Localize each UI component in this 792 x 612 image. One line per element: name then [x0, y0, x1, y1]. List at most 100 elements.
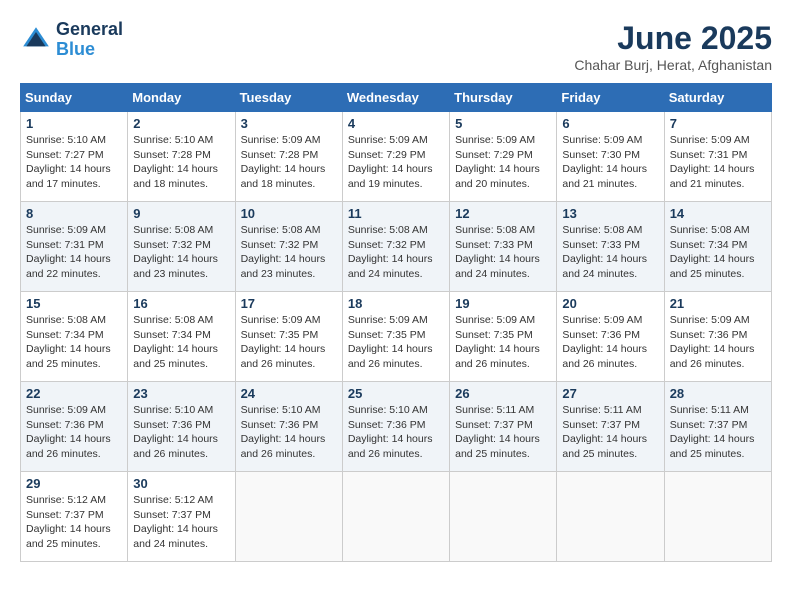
- calendar-cell: 13 Sunrise: 5:08 AM Sunset: 7:33 PM Dayl…: [557, 202, 664, 292]
- calendar-table: SundayMondayTuesdayWednesdayThursdayFrid…: [20, 83, 772, 562]
- day-info: Sunrise: 5:09 AM Sunset: 7:35 PM Dayligh…: [241, 313, 337, 372]
- day-number: 17: [241, 296, 337, 311]
- calendar-cell: 16 Sunrise: 5:08 AM Sunset: 7:34 PM Dayl…: [128, 292, 235, 382]
- day-info: Sunrise: 5:12 AM Sunset: 7:37 PM Dayligh…: [26, 493, 122, 552]
- calendar-week-3: 15 Sunrise: 5:08 AM Sunset: 7:34 PM Dayl…: [21, 292, 772, 382]
- day-number: 26: [455, 386, 551, 401]
- calendar-cell: [664, 472, 771, 562]
- calendar-cell: 10 Sunrise: 5:08 AM Sunset: 7:32 PM Dayl…: [235, 202, 342, 292]
- calendar-cell: 24 Sunrise: 5:10 AM Sunset: 7:36 PM Dayl…: [235, 382, 342, 472]
- calendar-week-4: 22 Sunrise: 5:09 AM Sunset: 7:36 PM Dayl…: [21, 382, 772, 472]
- header-tuesday: Tuesday: [235, 84, 342, 112]
- day-info: Sunrise: 5:09 AM Sunset: 7:29 PM Dayligh…: [455, 133, 551, 192]
- day-info: Sunrise: 5:11 AM Sunset: 7:37 PM Dayligh…: [562, 403, 658, 462]
- calendar-cell: 25 Sunrise: 5:10 AM Sunset: 7:36 PM Dayl…: [342, 382, 449, 472]
- day-info: Sunrise: 5:12 AM Sunset: 7:37 PM Dayligh…: [133, 493, 229, 552]
- day-number: 10: [241, 206, 337, 221]
- day-info: Sunrise: 5:09 AM Sunset: 7:36 PM Dayligh…: [26, 403, 122, 462]
- day-info: Sunrise: 5:10 AM Sunset: 7:27 PM Dayligh…: [26, 133, 122, 192]
- logo-line1: General: [56, 20, 123, 40]
- day-number: 7: [670, 116, 766, 131]
- day-info: Sunrise: 5:10 AM Sunset: 7:36 PM Dayligh…: [241, 403, 337, 462]
- calendar-cell: [235, 472, 342, 562]
- day-info: Sunrise: 5:08 AM Sunset: 7:33 PM Dayligh…: [455, 223, 551, 282]
- calendar-cell: 15 Sunrise: 5:08 AM Sunset: 7:34 PM Dayl…: [21, 292, 128, 382]
- day-number: 5: [455, 116, 551, 131]
- day-info: Sunrise: 5:08 AM Sunset: 7:32 PM Dayligh…: [241, 223, 337, 282]
- day-number: 27: [562, 386, 658, 401]
- calendar-cell: [342, 472, 449, 562]
- location: Chahar Burj, Herat, Afghanistan: [574, 57, 772, 73]
- day-number: 1: [26, 116, 122, 131]
- day-info: Sunrise: 5:09 AM Sunset: 7:29 PM Dayligh…: [348, 133, 444, 192]
- calendar-cell: 4 Sunrise: 5:09 AM Sunset: 7:29 PM Dayli…: [342, 112, 449, 202]
- title-block: June 2025 Chahar Burj, Herat, Afghanista…: [574, 20, 772, 73]
- day-number: 18: [348, 296, 444, 311]
- header-saturday: Saturday: [664, 84, 771, 112]
- day-number: 21: [670, 296, 766, 311]
- calendar-cell: 14 Sunrise: 5:08 AM Sunset: 7:34 PM Dayl…: [664, 202, 771, 292]
- day-number: 23: [133, 386, 229, 401]
- day-number: 30: [133, 476, 229, 491]
- day-info: Sunrise: 5:08 AM Sunset: 7:33 PM Dayligh…: [562, 223, 658, 282]
- day-number: 24: [241, 386, 337, 401]
- day-number: 25: [348, 386, 444, 401]
- calendar-header-row: SundayMondayTuesdayWednesdayThursdayFrid…: [21, 84, 772, 112]
- calendar-cell: 11 Sunrise: 5:08 AM Sunset: 7:32 PM Dayl…: [342, 202, 449, 292]
- day-info: Sunrise: 5:09 AM Sunset: 7:30 PM Dayligh…: [562, 133, 658, 192]
- calendar-cell: 20 Sunrise: 5:09 AM Sunset: 7:36 PM Dayl…: [557, 292, 664, 382]
- calendar-week-2: 8 Sunrise: 5:09 AM Sunset: 7:31 PM Dayli…: [21, 202, 772, 292]
- day-info: Sunrise: 5:08 AM Sunset: 7:34 PM Dayligh…: [670, 223, 766, 282]
- day-number: 13: [562, 206, 658, 221]
- calendar-cell: 3 Sunrise: 5:09 AM Sunset: 7:28 PM Dayli…: [235, 112, 342, 202]
- page-header: General Blue June 2025 Chahar Burj, Hera…: [20, 20, 772, 73]
- header-wednesday: Wednesday: [342, 84, 449, 112]
- day-number: 12: [455, 206, 551, 221]
- header-friday: Friday: [557, 84, 664, 112]
- calendar-cell: 26 Sunrise: 5:11 AM Sunset: 7:37 PM Dayl…: [450, 382, 557, 472]
- calendar-cell: 12 Sunrise: 5:08 AM Sunset: 7:33 PM Dayl…: [450, 202, 557, 292]
- day-info: Sunrise: 5:11 AM Sunset: 7:37 PM Dayligh…: [670, 403, 766, 462]
- day-info: Sunrise: 5:09 AM Sunset: 7:36 PM Dayligh…: [670, 313, 766, 372]
- day-number: 3: [241, 116, 337, 131]
- day-info: Sunrise: 5:09 AM Sunset: 7:36 PM Dayligh…: [562, 313, 658, 372]
- header-monday: Monday: [128, 84, 235, 112]
- day-number: 28: [670, 386, 766, 401]
- day-number: 15: [26, 296, 122, 311]
- logo-text: General Blue: [56, 20, 123, 60]
- day-info: Sunrise: 5:10 AM Sunset: 7:36 PM Dayligh…: [348, 403, 444, 462]
- calendar-cell: 21 Sunrise: 5:09 AM Sunset: 7:36 PM Dayl…: [664, 292, 771, 382]
- calendar-cell: 7 Sunrise: 5:09 AM Sunset: 7:31 PM Dayli…: [664, 112, 771, 202]
- day-info: Sunrise: 5:09 AM Sunset: 7:28 PM Dayligh…: [241, 133, 337, 192]
- day-number: 19: [455, 296, 551, 311]
- calendar-cell: [557, 472, 664, 562]
- calendar-week-1: 1 Sunrise: 5:10 AM Sunset: 7:27 PM Dayli…: [21, 112, 772, 202]
- calendar-cell: 5 Sunrise: 5:09 AM Sunset: 7:29 PM Dayli…: [450, 112, 557, 202]
- day-info: Sunrise: 5:10 AM Sunset: 7:36 PM Dayligh…: [133, 403, 229, 462]
- day-number: 29: [26, 476, 122, 491]
- logo-line2: Blue: [56, 40, 123, 60]
- day-info: Sunrise: 5:09 AM Sunset: 7:35 PM Dayligh…: [455, 313, 551, 372]
- day-number: 11: [348, 206, 444, 221]
- day-number: 9: [133, 206, 229, 221]
- calendar-cell: 19 Sunrise: 5:09 AM Sunset: 7:35 PM Dayl…: [450, 292, 557, 382]
- day-number: 2: [133, 116, 229, 131]
- calendar-cell: 6 Sunrise: 5:09 AM Sunset: 7:30 PM Dayli…: [557, 112, 664, 202]
- logo-icon: [20, 24, 52, 56]
- month-title: June 2025: [574, 20, 772, 57]
- calendar-cell: 2 Sunrise: 5:10 AM Sunset: 7:28 PM Dayli…: [128, 112, 235, 202]
- calendar-cell: 29 Sunrise: 5:12 AM Sunset: 7:37 PM Dayl…: [21, 472, 128, 562]
- day-info: Sunrise: 5:11 AM Sunset: 7:37 PM Dayligh…: [455, 403, 551, 462]
- day-number: 4: [348, 116, 444, 131]
- day-number: 16: [133, 296, 229, 311]
- calendar-cell: 27 Sunrise: 5:11 AM Sunset: 7:37 PM Dayl…: [557, 382, 664, 472]
- calendar-cell: 8 Sunrise: 5:09 AM Sunset: 7:31 PM Dayli…: [21, 202, 128, 292]
- calendar-cell: [450, 472, 557, 562]
- day-info: Sunrise: 5:09 AM Sunset: 7:31 PM Dayligh…: [670, 133, 766, 192]
- day-info: Sunrise: 5:08 AM Sunset: 7:32 PM Dayligh…: [133, 223, 229, 282]
- calendar-cell: 18 Sunrise: 5:09 AM Sunset: 7:35 PM Dayl…: [342, 292, 449, 382]
- day-info: Sunrise: 5:10 AM Sunset: 7:28 PM Dayligh…: [133, 133, 229, 192]
- calendar-cell: 22 Sunrise: 5:09 AM Sunset: 7:36 PM Dayl…: [21, 382, 128, 472]
- calendar-cell: 23 Sunrise: 5:10 AM Sunset: 7:36 PM Dayl…: [128, 382, 235, 472]
- day-number: 14: [670, 206, 766, 221]
